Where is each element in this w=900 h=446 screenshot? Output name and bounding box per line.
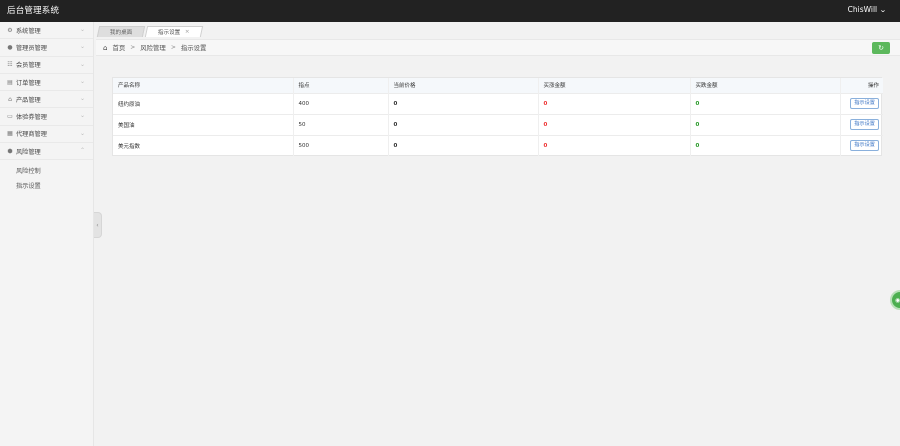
cell-up-amount: 0 bbox=[538, 135, 691, 156]
sidebar-item-admins[interactable]: ● 管理员管理 ⌄ bbox=[0, 39, 93, 57]
column-header-name: 产品名称 bbox=[113, 78, 294, 93]
cell-action: 指示设置 bbox=[840, 135, 883, 156]
sidebar-item-system[interactable]: ⚙ 系统管理 ⌄ bbox=[0, 22, 93, 40]
breadcrumb-separator: > bbox=[170, 44, 176, 51]
chevron-up-icon: ⌃ bbox=[79, 147, 85, 155]
cell-down-amount: 0 bbox=[690, 93, 841, 114]
cell-name: 美元指数 bbox=[113, 135, 294, 156]
cell-price: 0 bbox=[388, 93, 539, 114]
tab-label: 我的桌面 bbox=[109, 30, 133, 36]
members-icon: ☷ bbox=[7, 61, 13, 69]
top-bar: 后台管理系统 ChisWill ⌄ bbox=[0, 0, 900, 22]
refresh-icon: ↻ bbox=[878, 44, 884, 52]
chat-icon: ◉ bbox=[895, 296, 900, 304]
breadcrumb-home[interactable]: 首页 bbox=[112, 43, 125, 52]
sidebar-item-label: 管理员管理 bbox=[16, 44, 47, 52]
sidebar-subitem-risk-control[interactable]: 风险控制 bbox=[0, 163, 93, 178]
shield-icon: ⬢ bbox=[7, 147, 13, 155]
user-menu[interactable]: ChisWill ⌄ bbox=[847, 5, 887, 14]
close-icon[interactable]: × bbox=[185, 29, 190, 35]
sidebar-item-orders[interactable]: ▤ 订单管理 ⌄ bbox=[0, 74, 93, 92]
sidebar-item-label: 会员管理 bbox=[16, 62, 41, 70]
refresh-button[interactable]: ↻ bbox=[872, 42, 890, 54]
breadcrumb-separator: > bbox=[130, 44, 136, 51]
sidebar-item-risk[interactable]: ⬢ 风险管理 ⌃ bbox=[0, 143, 93, 161]
cell-down-amount: 0 bbox=[690, 114, 841, 135]
indicator-table: 产品名称 指点 当前价格 买涨金额 买跌金额 操作 纽约原油 400 0 0 0… bbox=[113, 78, 883, 156]
cell-name: 美国油 bbox=[113, 114, 294, 135]
cell-name: 纽约原油 bbox=[113, 93, 294, 114]
sidebar-item-vouchers[interactable]: ▭ 体验券管理 ⌄ bbox=[0, 108, 93, 126]
chevron-down-icon: ⌄ bbox=[79, 26, 85, 33]
chevron-down-icon: ⌄ bbox=[79, 77, 85, 85]
cell-up-amount: 0 bbox=[538, 93, 691, 114]
column-header-up-amount: 买涨金额 bbox=[538, 78, 691, 93]
floating-chat-widget[interactable]: ◉ bbox=[890, 290, 900, 310]
user-icon: ● bbox=[7, 43, 13, 51]
indicator-settings-button[interactable]: 指示设置 bbox=[850, 98, 879, 109]
tab-label: 指示设置 bbox=[158, 30, 181, 36]
user-name: ChisWill bbox=[847, 5, 878, 14]
sidebar-item-label: 风险管理 bbox=[16, 148, 41, 156]
column-header-action: 操作 bbox=[867, 83, 879, 90]
order-icon: ▤ bbox=[7, 78, 13, 86]
cell-action: 指示设置 bbox=[840, 93, 883, 114]
risk-submenu: 风险控制 指示设置 bbox=[0, 160, 93, 193]
cell-price: 0 bbox=[388, 135, 539, 156]
sidebar-item-label: 代理商管理 bbox=[16, 131, 47, 139]
sidebar-item-label: 产品管理 bbox=[16, 96, 41, 104]
sidebar-subitem-indicator-settings[interactable]: 指示设置 bbox=[0, 178, 93, 193]
app-title: 后台管理系统 bbox=[7, 6, 60, 16]
voucher-icon: ▭ bbox=[7, 113, 13, 121]
sidebar: ⚙ 系统管理 ⌄ ● 管理员管理 ⌄ ☷ 会员管理 ⌄ ▤ 订单管理 ⌄ ⌂ 产… bbox=[0, 22, 94, 446]
chevron-down-icon: ⌄ bbox=[79, 43, 85, 51]
chevron-down-icon: ⌄ bbox=[79, 129, 85, 137]
breadcrumb: ⌂ 首页 > 风险管理 > 指示设置 ↻ bbox=[96, 39, 900, 56]
sidebar-item-label: 体验券管理 bbox=[16, 114, 47, 122]
tab-desktop[interactable]: 我的桌面 bbox=[96, 26, 146, 37]
breadcrumb-level1: 风险管理 bbox=[140, 44, 166, 52]
column-header-price: 当前价格 bbox=[388, 78, 539, 93]
cell-point: 400 bbox=[293, 93, 389, 114]
chevron-left-icon: ‹ bbox=[96, 221, 99, 229]
tab-indicator-settings[interactable]: 指示设置 × bbox=[144, 26, 204, 37]
table-row: 美元指数 500 0 0 0 指示设置 bbox=[113, 135, 883, 156]
gear-icon: ⚙ bbox=[7, 26, 13, 34]
sidebar-collapse-handle[interactable]: ‹ bbox=[94, 212, 102, 238]
product-icon: ⌂ bbox=[8, 95, 12, 103]
sidebar-item-agents[interactable]: ▦ 代理商管理 ⌄ bbox=[0, 126, 93, 144]
home-icon: ⌂ bbox=[103, 43, 108, 52]
breadcrumb-level2: 指示设置 bbox=[180, 44, 207, 52]
chevron-down-icon: ⌄ bbox=[79, 112, 85, 120]
indicator-settings-button[interactable]: 指示设置 bbox=[850, 119, 879, 130]
column-header-down-amount: 买跌金额 bbox=[690, 78, 841, 93]
cell-down-amount: 0 bbox=[690, 135, 841, 156]
indicator-settings-button[interactable]: 指示设置 bbox=[850, 140, 879, 152]
cell-point: 500 bbox=[293, 135, 389, 156]
chevron-down-icon: ⌄ bbox=[79, 95, 85, 103]
sidebar-item-label: 系统管理 bbox=[16, 27, 41, 35]
agent-icon: ▦ bbox=[7, 130, 13, 138]
sidebar-item-products[interactable]: ⌂ 产品管理 ⌄ bbox=[0, 91, 93, 109]
cell-action: 指示设置 bbox=[840, 114, 883, 135]
chevron-down-icon: ⌄ bbox=[79, 60, 85, 68]
table-header-row: 产品名称 指点 当前价格 买涨金额 买跌金额 操作 bbox=[113, 78, 883, 93]
sidebar-item-label: 订单管理 bbox=[16, 79, 41, 87]
indicator-table-panel: 产品名称 指点 当前价格 买涨金额 买跌金额 操作 纽约原油 400 0 0 0… bbox=[112, 77, 883, 156]
cell-point: 50 bbox=[293, 114, 389, 135]
tab-bar: 我的桌面 指示设置 × bbox=[96, 26, 204, 37]
sidebar-item-members[interactable]: ☷ 会员管理 ⌄ bbox=[0, 57, 93, 74]
table-row: 纽约原油 400 0 0 0 指示设置 bbox=[113, 93, 883, 114]
chevron-down-icon: ⌄ bbox=[879, 5, 887, 14]
column-header-point: 指点 bbox=[293, 78, 389, 93]
cell-price: 0 bbox=[388, 114, 539, 135]
cell-up-amount: 0 bbox=[538, 114, 691, 135]
table-row: 美国油 50 0 0 0 指示设置 bbox=[113, 114, 883, 135]
